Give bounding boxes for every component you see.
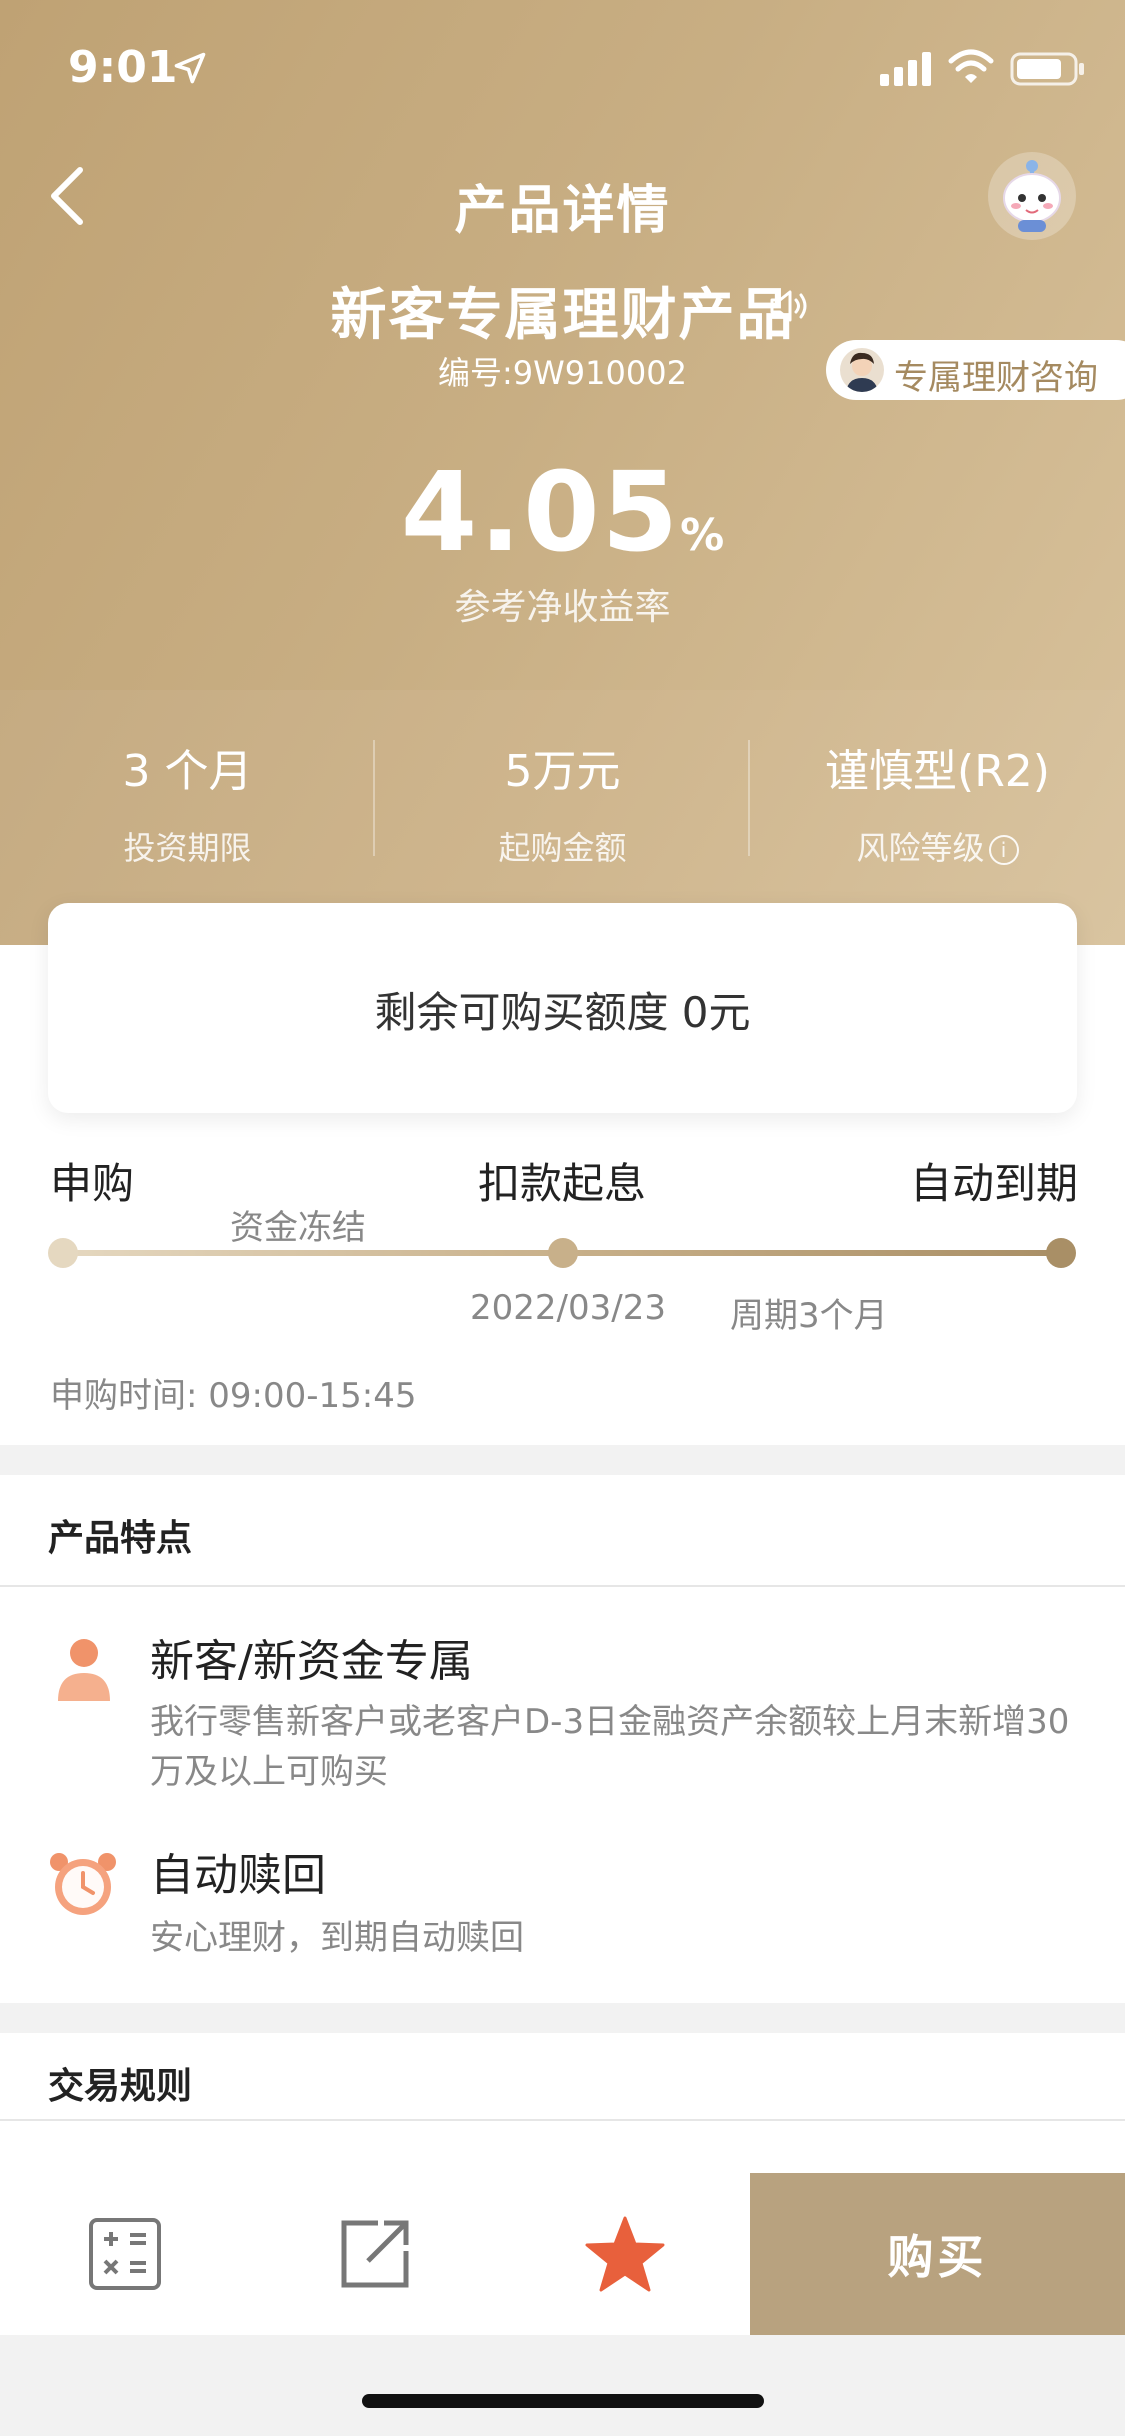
feature-title: 自动赎回: [150, 1850, 326, 1901]
favorite-button[interactable]: [500, 2173, 750, 2335]
yield-rate: 4.05%: [0, 448, 1125, 576]
rate-label: 参考净收益率: [454, 587, 671, 628]
product-name: 新客专属理财产品: [330, 283, 795, 348]
feature-desc: 我行零售新客户或老客户D-3日金融资产余额较上月末新增30万及以上可购买: [150, 1702, 1070, 1792]
bottom-action-bar: 购买: [0, 2173, 1125, 2335]
info-icon[interactable]: i: [988, 835, 1019, 865]
meta-term: 3 个月 投资期限: [0, 735, 375, 869]
location-arrow-icon: [172, 50, 208, 90]
rules-section[interactable]: 交易规则: [0, 2033, 1125, 2173]
quota-card: 剩余可购买额度 0元: [48, 903, 1077, 1113]
meta-risk-label: 风险等级: [856, 829, 985, 867]
section-divider: [0, 2119, 1125, 2121]
meta-term-value: 3 个月: [122, 746, 253, 797]
timeline-dot-start: [48, 1238, 78, 1268]
share-icon: [341, 2220, 409, 2288]
meta-min-amount-label: 起购金额: [498, 829, 627, 867]
features-section: 产品特点 新客/新资金专属 我行零售新客户或老客户D-3日金融资产余额较上月末新…: [0, 1475, 1125, 2003]
meta-risk-label-wrap: 风险等级 i: [750, 823, 1125, 869]
meta-risk[interactable]: 谨慎型(R2) 风险等级 i: [750, 735, 1125, 869]
rate-value: 4.05: [400, 448, 681, 576]
advisor-avatar: [840, 348, 884, 392]
page-title: 产品详情: [454, 181, 671, 241]
alarm-clock-icon: [46, 1849, 120, 1923]
home-indicator: [362, 2394, 764, 2408]
feature-desc: 安心理财，到期自动赎回: [150, 1918, 524, 1958]
feature-title: 新客/新资金专属: [150, 1636, 473, 1687]
step-maturity: 自动到期: [910, 1159, 1079, 1208]
speaker-icon[interactable]: [768, 286, 812, 330]
buy-button[interactable]: 购买: [750, 2173, 1125, 2335]
person-icon: [54, 1635, 114, 1707]
meta-risk-value: 谨慎型(R2): [825, 746, 1050, 797]
consult-label: 专属理财咨询: [894, 358, 1098, 398]
calculator-icon: [89, 2218, 161, 2290]
status-time: 9:01: [68, 42, 178, 93]
battery-icon: [1010, 52, 1086, 90]
section-divider: [0, 1585, 1125, 1587]
calculator-button[interactable]: [0, 2173, 250, 2335]
timeline-dot-end: [1046, 1238, 1076, 1268]
timeline-period: 周期3个月: [730, 1296, 888, 1336]
timeline-dot-mid: [548, 1238, 578, 1268]
rules-title: 交易规则: [48, 2066, 193, 2107]
star-icon: [585, 2216, 665, 2292]
cellular-signal-icon: [880, 52, 934, 90]
step-deduct: 扣款起息: [478, 1159, 647, 1208]
meta-min-amount: 5万元 起购金额: [375, 735, 750, 869]
share-button[interactable]: [250, 2173, 500, 2335]
consult-button[interactable]: 专属理财咨询: [826, 340, 1125, 400]
freeze-label: 资金冻结: [230, 1208, 366, 1248]
status-bar: 9:01: [0, 0, 1125, 132]
robot-icon: [1003, 160, 1061, 232]
timeline-date: 2022/03/23: [470, 1288, 666, 1328]
rate-unit: %: [680, 510, 725, 561]
step-subscribe: 申购: [50, 1159, 135, 1208]
purchase-time: 申购时间: 09:00-15:45: [50, 1376, 417, 1416]
meta-min-amount-value: 5万元: [504, 746, 621, 797]
meta-term-label: 投资期限: [123, 829, 252, 867]
robot-assistant-button[interactable]: [988, 152, 1076, 240]
wifi-icon: [948, 48, 994, 90]
features-title: 产品特点: [48, 1518, 193, 1559]
quota-text: 剩余可购买额度 0元: [374, 988, 751, 1037]
